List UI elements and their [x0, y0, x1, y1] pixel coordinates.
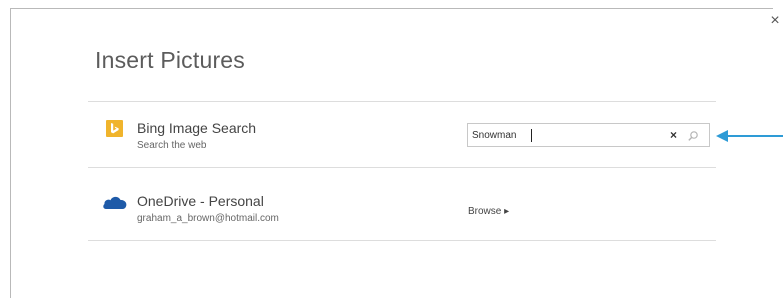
close-button[interactable]: × — [768, 13, 782, 29]
divider — [88, 240, 716, 241]
magnifier-icon[interactable] — [687, 129, 699, 141]
bing-logo-icon — [106, 120, 123, 137]
bing-search-box[interactable]: × — [467, 123, 710, 147]
onedrive-browse-link[interactable]: Browse ▸ — [468, 206, 509, 217]
callout-arrow-icon — [716, 128, 783, 144]
bing-search-title[interactable]: Bing Image Search — [137, 120, 256, 136]
onedrive-account-email: graham_a_brown@hotmail.com — [137, 213, 279, 224]
divider — [88, 101, 716, 102]
onedrive-cloud-icon — [102, 194, 128, 210]
onedrive-title[interactable]: OneDrive - Personal — [137, 193, 264, 209]
search-input[interactable] — [472, 127, 662, 143]
bing-search-subtitle: Search the web — [137, 140, 207, 151]
text-caret — [531, 129, 532, 142]
divider — [88, 167, 716, 168]
clear-search-button[interactable]: × — [670, 128, 677, 142]
dialog-title: Insert Pictures — [95, 47, 245, 73]
